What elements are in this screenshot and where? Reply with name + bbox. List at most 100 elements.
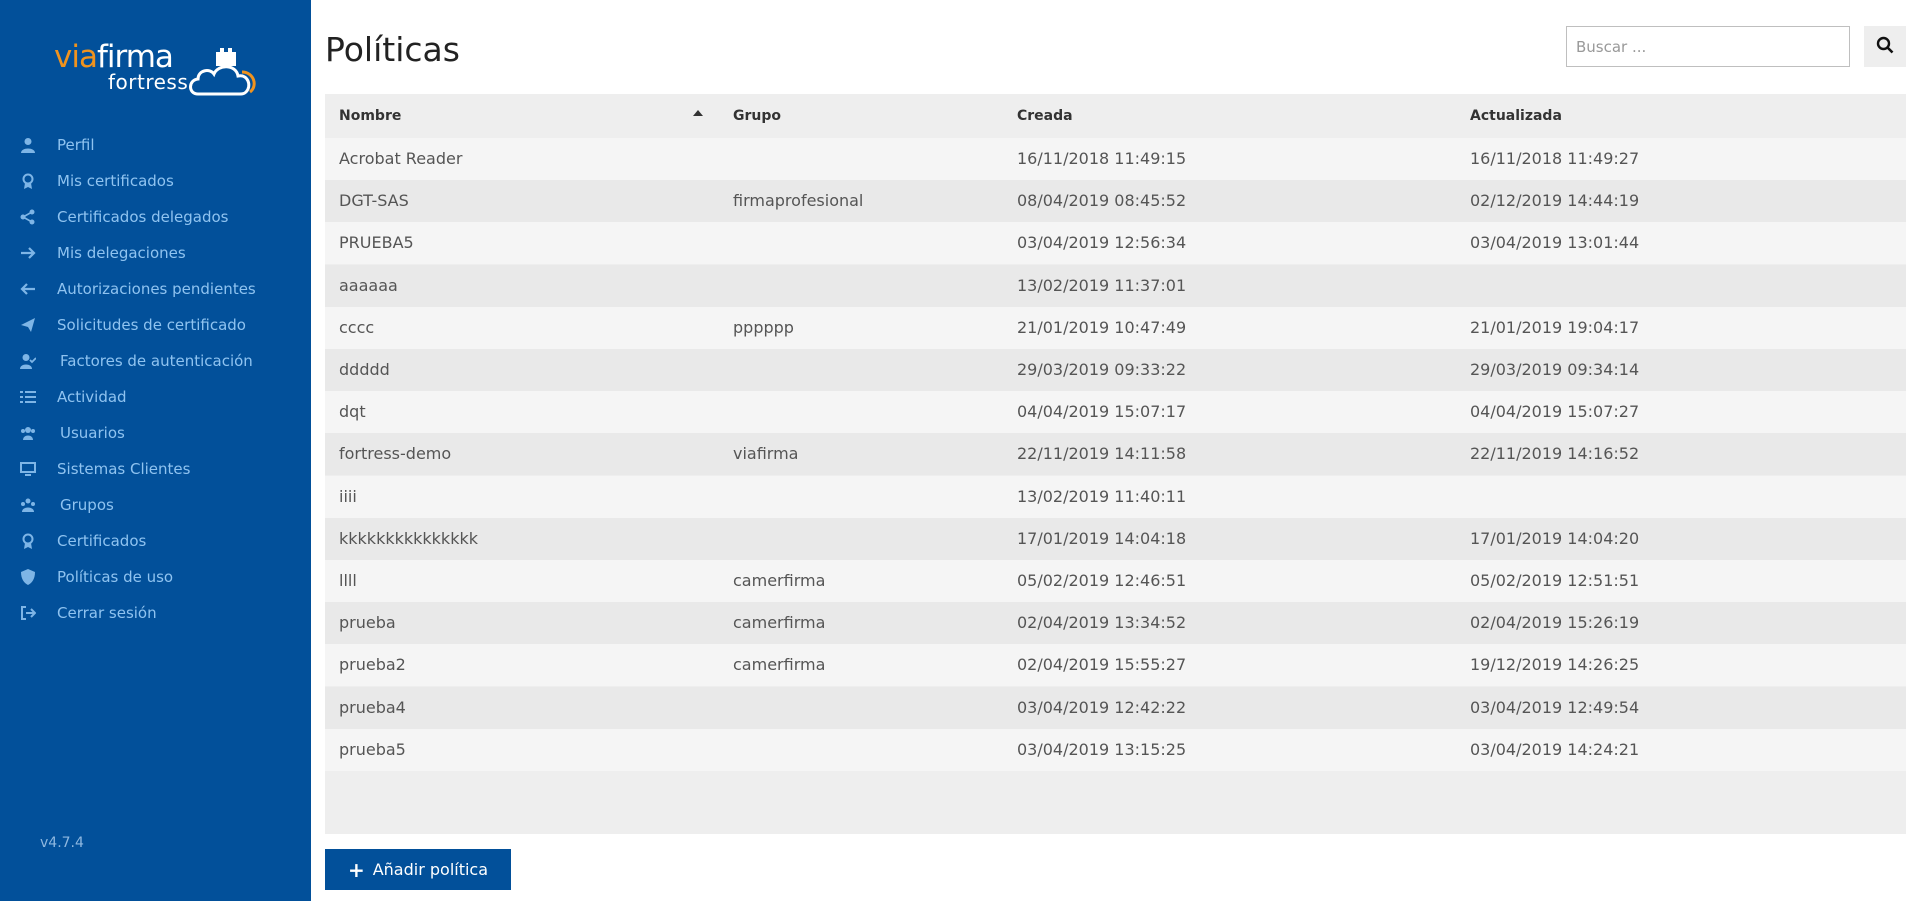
search-icon	[1876, 36, 1894, 54]
cloud-castle-icon	[189, 48, 256, 96]
sidebar-item-label: Usuarios	[60, 424, 125, 442]
cell-nombre: ddddd	[339, 360, 390, 379]
search-button[interactable]	[1864, 26, 1906, 67]
sidebar-item-label: Perfil	[57, 136, 95, 154]
add-policy-label: Añadir política	[372, 860, 489, 879]
cell-creada: 02/04/2019 15:55:27	[1017, 655, 1187, 675]
sidebar-item-autorizaciones-pendientes[interactable]: Autorizaciones pendientes	[0, 274, 311, 304]
table-row[interactable]: ddddd 29/03/2019 09:33:22 29/03/2019 09:34…	[325, 349, 1906, 391]
desktop-icon	[20, 462, 36, 476]
cell-actualizada: 19/12/2019 14:26:25	[1470, 655, 1640, 675]
cell-actualizada: 21/01/2019 19:04:17	[1470, 317, 1640, 337]
sidebar-item-grupos[interactable]: Grupos	[0, 490, 311, 520]
cell-creada: 21/01/2019 10:47:49	[1017, 317, 1187, 337]
cell-actualizada: 29/03/2019 09:34:14	[1470, 360, 1640, 379]
logo-subtitle: fortress	[108, 70, 189, 94]
table-row[interactable]: fortress-demo viafirma 22/11/2019 14:11:58…	[325, 433, 1906, 476]
cell-actualizada: 03/04/2019 12:49:54	[1470, 697, 1640, 717]
column-header-grupo[interactable]: Grupo	[733, 108, 781, 124]
table-row[interactable]: llll camerfirma 05/02/2019 12:46:51 05/02/2…	[325, 560, 1906, 602]
table-row[interactable]: aaaaaa 13/02/2019 11:37:01	[325, 264, 1906, 307]
paper-plane-icon	[21, 318, 35, 332]
sidebar-item-mis-certificados[interactable]: Mis certificados	[0, 166, 311, 196]
table-row[interactable]: prueba5 03/04/2019 13:15:25 03/04/2019 14:…	[325, 728, 1906, 771]
group-icon	[21, 498, 35, 512]
sidebar-item-label: Actividad	[57, 388, 127, 406]
cell-actualizada: 04/04/2019 15:07:27	[1470, 402, 1640, 422]
cell-nombre: llll	[339, 571, 357, 590]
cell-creada: 03/04/2019 12:56:34	[1017, 233, 1187, 253]
table-row[interactable]: PRUEBA5 03/04/2019 12:56:34 03/04/2019 13:…	[325, 222, 1906, 265]
cell-creada: 22/11/2019 14:11:58	[1017, 444, 1187, 464]
policies-table: Nombre Grupo Creada Actualizada Acrobat …	[325, 94, 1906, 834]
logo-via: via	[54, 39, 98, 75]
plus-icon: +	[347, 857, 365, 882]
table-row[interactable]: prueba camerfirma 02/04/2019 13:34:52 02/04…	[325, 602, 1906, 645]
cell-nombre: prueba	[339, 613, 396, 633]
table-row[interactable]: iiii 13/02/2019 11:40:11	[325, 475, 1906, 518]
list-icon	[20, 391, 36, 403]
table-row[interactable]: DGT-SAS firmaprofesional 08/04/2019 08:45:…	[325, 180, 1906, 223]
sidebar-item-certificados-delegados[interactable]: Certificados delegados	[0, 202, 311, 232]
cell-nombre: aaaaaa	[339, 275, 398, 295]
app-version: v4.7.4	[40, 835, 84, 851]
sidebar-item-label: Políticas de uso	[57, 568, 174, 586]
cell-nombre: prueba2	[339, 655, 406, 675]
cell-nombre: prueba5	[339, 739, 406, 759]
sort-ascending-icon[interactable]	[693, 110, 703, 116]
sidebar-item-usuarios[interactable]: Usuarios	[0, 418, 311, 448]
sidebar-item-certificados[interactable]: Certificados	[0, 526, 311, 556]
search-input[interactable]	[1566, 26, 1850, 67]
cell-actualizada: 02/12/2019 14:44:19	[1470, 191, 1640, 211]
cell-nombre: Acrobat Reader	[339, 149, 463, 168]
sidebar-item-label: Solicitudes de certificado	[57, 316, 246, 334]
add-policy-button[interactable]: + Añadir política	[325, 849, 511, 890]
sidebar-item-solicitudes-de-certificado[interactable]: Solicitudes de certificado	[0, 310, 311, 340]
table-row[interactable]: kkkkkkkkkkkkkkk 17/01/2019 14:04:18 17/01/…	[325, 517, 1906, 560]
cell-creada: 13/02/2019 11:40:11	[1017, 486, 1187, 506]
sidebar-item-label: Certificados delegados	[57, 208, 229, 226]
cell-grupo: camerfirma	[733, 613, 826, 633]
cell-nombre: cccc	[339, 317, 375, 337]
sidebar-item-label: Certificados	[57, 532, 147, 550]
viafirma-fortress-logo[interactable]: viafirma fortress	[54, 38, 259, 100]
sign-out-icon	[21, 606, 36, 620]
sidebar-item-cerrar-sesion[interactable]: Cerrar sesión	[0, 598, 311, 628]
arrow-left-icon	[20, 283, 35, 295]
sidebar-item-label: Sistemas Clientes	[57, 460, 191, 478]
column-header-actualizada[interactable]: Actualizada	[1470, 108, 1562, 124]
table-row[interactable]: prueba4 03/04/2019 12:42:22 03/04/2019 12:…	[325, 686, 1906, 729]
sidebar-item-perfil[interactable]: Perfil	[0, 130, 311, 160]
sidebar-item-politicas-de-uso[interactable]: Políticas de uso	[0, 562, 311, 592]
table-row[interactable]: Acrobat Reader 16/11/2018 11:49:15 16/11/2…	[325, 138, 1906, 180]
cell-grupo: viafirma	[733, 444, 799, 464]
column-header-nombre[interactable]: Nombre	[339, 108, 401, 124]
cell-actualizada: 03/04/2019 14:24:21	[1470, 739, 1640, 759]
arrow-right-icon	[21, 247, 36, 259]
cell-grupo: pppppp	[733, 317, 794, 337]
cell-creada: 04/04/2019 15:07:17	[1017, 402, 1187, 422]
certificate-icon	[22, 533, 34, 549]
sidebar-item-label: Mis delegaciones	[57, 244, 186, 262]
cell-actualizada: 22/11/2019 14:16:52	[1470, 444, 1640, 464]
table-row[interactable]: prueba2 camerfirma 02/04/2019 15:55:27 19/1…	[325, 644, 1906, 687]
sidebar-item-sistemas-clientes[interactable]: Sistemas Clientes	[0, 454, 311, 484]
cell-creada: 03/04/2019 12:42:22	[1017, 697, 1187, 717]
cell-nombre: kkkkkkkkkkkkkkk	[339, 528, 478, 548]
cell-nombre: fortress-demo	[339, 444, 452, 464]
sidebar-item-actividad[interactable]: Actividad	[0, 382, 311, 412]
cell-actualizada: 17/01/2019 14:04:20	[1470, 528, 1640, 548]
cell-creada: 08/04/2019 08:45:52	[1017, 191, 1187, 211]
user-check-icon	[20, 354, 36, 369]
cell-grupo: camerfirma	[733, 655, 826, 675]
sidebar-item-label: Mis certificados	[57, 172, 174, 190]
table-row[interactable]: cccc pppppp 21/01/2019 10:47:49 21/01/2019 …	[325, 306, 1906, 349]
sidebar-item-factores-de-autenticacion[interactable]: Factores de autenticación	[0, 346, 311, 376]
users-icon	[21, 427, 35, 440]
cell-nombre: dqt	[339, 402, 366, 422]
sidebar-item-mis-delegaciones[interactable]: Mis delegaciones	[0, 238, 311, 268]
table-row[interactable]: dqt 04/04/2019 15:07:17 04/04/2019 15:07:2…	[325, 391, 1906, 434]
column-header-creada[interactable]: Creada	[1017, 108, 1073, 124]
sidebar: viafirma fortress Perfil Mis certificado…	[0, 0, 311, 901]
cell-nombre: iiii	[339, 486, 357, 506]
